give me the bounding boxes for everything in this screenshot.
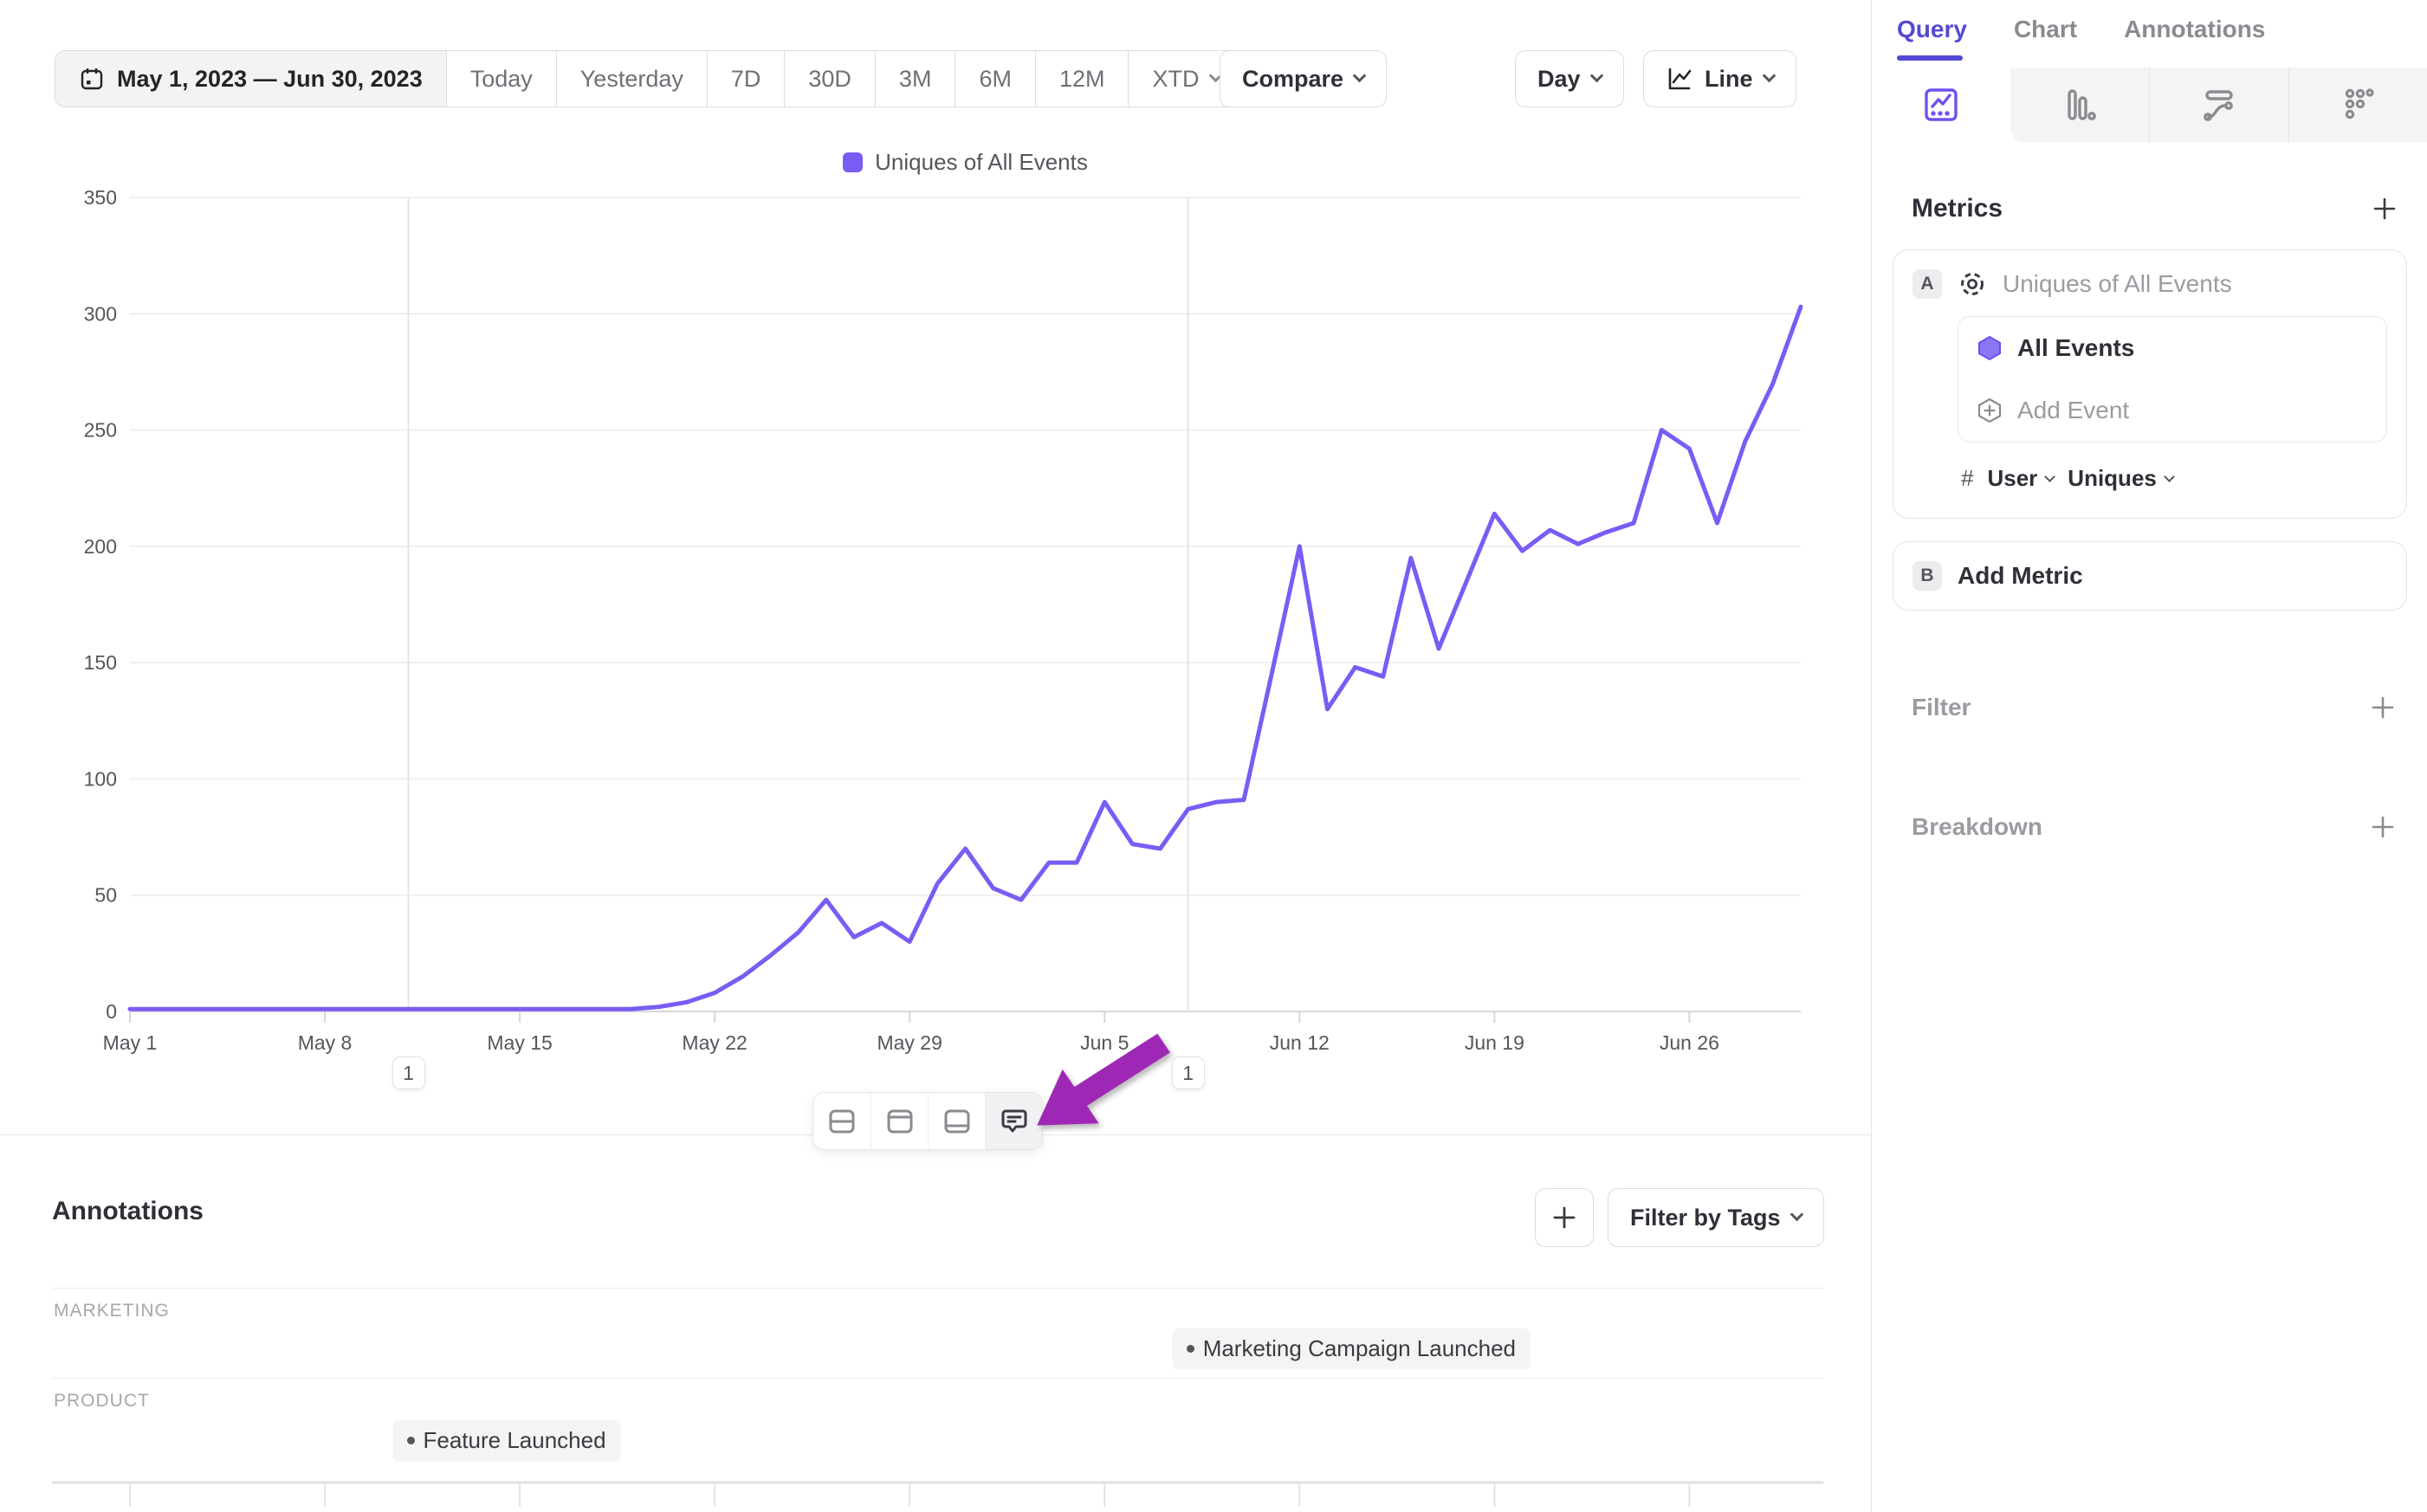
comment-bubble-icon xyxy=(999,1106,1030,1137)
split-horizontal-button[interactable] xyxy=(813,1093,870,1149)
filter-heading: Filter xyxy=(1912,694,1971,721)
property-dropdown[interactable]: User xyxy=(1987,465,2054,492)
aggregation-dropdown[interactable]: Uniques xyxy=(2068,465,2173,492)
hexagon-icon xyxy=(1976,334,2003,362)
lane-divider xyxy=(52,1288,1823,1289)
insights-report-app: May 1, 2023 — Jun 30, 2023 Today Yesterd… xyxy=(0,0,2427,1512)
flows-icon xyxy=(2198,84,2240,126)
svg-text:150: 150 xyxy=(84,651,117,674)
svg-text:Jun 5: Jun 5 xyxy=(1080,1031,1129,1054)
svg-text:May 15: May 15 xyxy=(487,1031,552,1054)
event-row-all-events[interactable]: All Events xyxy=(1958,317,2386,379)
main-area: May 1, 2023 — Jun 30, 2023 Today Yesterd… xyxy=(0,0,1871,1512)
chart-type-selector xyxy=(1872,68,2427,142)
retention-grid-icon xyxy=(2338,84,2379,126)
panel-bottom-button[interactable] xyxy=(928,1093,985,1149)
tab-annotations[interactable]: Annotations xyxy=(2124,16,2265,43)
add-breakdown-button[interactable] xyxy=(2369,813,2397,841)
insights-chart-icon xyxy=(1920,84,1962,126)
metric-badge: B xyxy=(1912,561,1942,591)
chart-type-tab-flows[interactable] xyxy=(2149,68,2288,142)
annotation-dot-icon xyxy=(1187,1345,1194,1353)
active-tab-underline xyxy=(1897,55,1963,61)
svg-text:Jun 12: Jun 12 xyxy=(1270,1031,1330,1054)
svg-text:May 8: May 8 xyxy=(298,1031,353,1054)
split-horizontal-icon xyxy=(826,1106,858,1137)
panel-bottom-icon xyxy=(942,1106,973,1137)
bar-chart-icon xyxy=(2059,84,2100,126)
aggregation-row: # User Uniques xyxy=(1961,465,2387,492)
annotation-count-badge[interactable]: 1 xyxy=(392,1056,425,1089)
lane-label-product: PRODUCT xyxy=(54,1391,150,1412)
panel-top-icon xyxy=(884,1106,916,1137)
annotation-chip-marketing[interactable]: Marketing Campaign Launched xyxy=(1173,1328,1530,1368)
event-list: All Events Add Event xyxy=(1958,316,2387,443)
svg-text:May 22: May 22 xyxy=(682,1031,747,1054)
query-builder: Metrics A Uniques of All Events xyxy=(1872,142,2427,841)
svg-text:250: 250 xyxy=(84,419,117,442)
chevron-down-icon xyxy=(2164,471,2175,482)
chevron-down-icon xyxy=(2044,471,2055,482)
annotations-panel-title: Annotations xyxy=(52,1197,204,1226)
svg-text:Jun 26: Jun 26 xyxy=(1660,1031,1719,1054)
add-event-button[interactable]: Add Event xyxy=(1958,379,2386,442)
comment-bubble-button[interactable] xyxy=(985,1093,1042,1149)
chevron-down-icon xyxy=(1790,1208,1803,1222)
metric-badge: A xyxy=(1912,269,1942,299)
add-annotation-button[interactable] xyxy=(1535,1188,1594,1247)
metrics-heading: Metrics xyxy=(1912,194,2003,223)
svg-text:50: 50 xyxy=(94,884,117,907)
metric-a-header[interactable]: A Uniques of All Events xyxy=(1912,269,2387,299)
svg-text:100: 100 xyxy=(84,767,117,790)
filter-by-tags-dropdown[interactable]: Filter by Tags xyxy=(1608,1188,1824,1247)
annotation-count-badge[interactable]: 1 xyxy=(1172,1056,1205,1089)
add-metric-plus-button[interactable] xyxy=(2371,195,2398,223)
query-sidebar: Query Chart Annotations xyxy=(1871,0,2427,1512)
plus-icon xyxy=(1551,1205,1577,1231)
svg-text:0: 0 xyxy=(106,1000,117,1023)
breakdown-section: Breakdown xyxy=(1912,813,2397,841)
count-icon: # xyxy=(1961,465,1973,492)
chart-type-tab-bar[interactable] xyxy=(2010,68,2149,142)
chart-type-tab-retention[interactable] xyxy=(2288,68,2427,142)
panel-top-button[interactable] xyxy=(870,1093,928,1149)
tab-chart[interactable]: Chart xyxy=(2014,16,2077,43)
add-filter-button[interactable] xyxy=(2369,694,2397,721)
metrics-header: Metrics xyxy=(1912,194,2398,223)
annotation-dot-icon xyxy=(407,1437,415,1444)
lane-divider xyxy=(52,1378,1823,1379)
sidebar-tabs: Query Chart Annotations xyxy=(1897,16,2265,43)
plus-icon xyxy=(2369,813,2397,841)
breakdown-heading: Breakdown xyxy=(1912,813,2042,841)
svg-text:Jun 19: Jun 19 xyxy=(1465,1031,1524,1054)
lane-label-marketing: MARKETING xyxy=(54,1301,170,1321)
chart-type-tab-insights-line[interactable] xyxy=(1872,68,2010,142)
tab-query[interactable]: Query xyxy=(1897,16,1967,43)
svg-text:May 29: May 29 xyxy=(877,1031,942,1054)
metric-title-placeholder: Uniques of All Events xyxy=(2003,270,2232,298)
svg-text:200: 200 xyxy=(84,535,117,558)
svg-text:May 1: May 1 xyxy=(103,1031,158,1054)
gear-icon[interactable] xyxy=(1958,269,1987,299)
annotations-timeline-ruler xyxy=(0,1470,1871,1512)
plus-icon xyxy=(2369,694,2397,721)
plus-icon xyxy=(2371,195,2398,223)
metric-card-b-add-metric[interactable]: B Add Metric xyxy=(1893,541,2407,611)
line-chart[interactable]: 0 50 100 150 200 250 300 350 May 1 May 8 May 15 May… xyxy=(0,0,1871,1091)
hexagon-plus-icon xyxy=(1976,397,2003,424)
svg-text:350: 350 xyxy=(84,186,117,209)
metric-card-a: A Uniques of All Events All Events xyxy=(1893,249,2407,519)
chart-layout-toolbar xyxy=(812,1092,1043,1150)
annotation-chip-product[interactable]: Feature Launched xyxy=(393,1420,620,1460)
svg-text:300: 300 xyxy=(84,302,117,325)
filter-section: Filter xyxy=(1912,694,2397,721)
